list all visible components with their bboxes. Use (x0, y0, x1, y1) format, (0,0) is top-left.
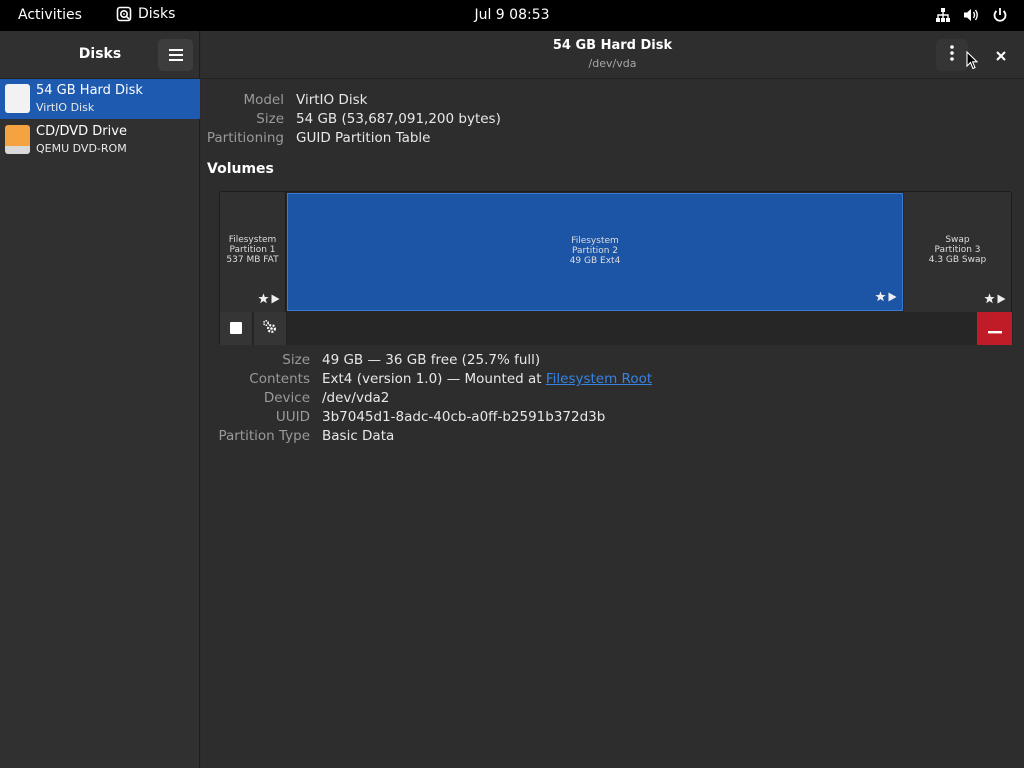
network-wired-icon (935, 7, 951, 23)
main-panel: 54 GB Hard Disk /dev/vda Model VirtIO Di… (201, 31, 1024, 768)
size-label: Size (256, 111, 284, 127)
power-icon (992, 7, 1008, 23)
contents-label: Contents (249, 371, 310, 387)
star-icon (875, 287, 886, 306)
top-bar: Activities Disks Jul 9 08:53 (0, 0, 1024, 31)
gears-icon (262, 319, 278, 339)
mouse-pointer-icon (966, 50, 979, 74)
header-bar: 54 GB Hard Disk /dev/vda (201, 31, 1024, 79)
close-button[interactable] (987, 39, 1015, 71)
partition-3-block[interactable]: Swap Partition 3 4.3 GB Swap (904, 192, 1011, 312)
close-icon (996, 46, 1006, 65)
partitioning-value: GUID Partition Table (296, 130, 431, 146)
hamburger-icon (168, 46, 183, 65)
partition-2-block[interactable]: Filesystem Partition 2 49 GB Ext4 (287, 193, 903, 311)
main-menu-button[interactable] (158, 39, 193, 71)
sidebar-item-optical-drive[interactable]: CD/DVD Drive QEMU DVD-ROM (0, 120, 200, 160)
partition-label: Filesystem Partition 1 537 MB FAT (226, 235, 279, 265)
app-menu-button[interactable]: Disks (116, 6, 175, 22)
model-label: Model (243, 92, 284, 108)
device-label: Device (263, 390, 310, 406)
disk-model: VirtIO Disk (36, 101, 95, 114)
partition-1-block[interactable]: Filesystem Partition 1 537 MB FAT (220, 192, 286, 312)
volume-map: Filesystem Partition 1 537 MB FAT Filesy… (219, 191, 1013, 345)
volume-options-button[interactable] (254, 312, 287, 345)
volume-toolbar (220, 312, 1013, 345)
app-name: Disks (138, 6, 176, 22)
optical-drive-icon (5, 125, 30, 154)
star-icon (258, 289, 269, 308)
disk-name: CD/DVD Drive (36, 124, 127, 139)
disk-model: QEMU DVD-ROM (36, 142, 127, 155)
delete-partition-button[interactable] (977, 312, 1012, 345)
disk-name: 54 GB Hard Disk (36, 83, 143, 98)
disks-app-icon (116, 6, 132, 22)
partition-flags (258, 289, 280, 308)
model-value: VirtIO Disk (296, 92, 368, 108)
stop-icon (230, 319, 242, 338)
activities-button[interactable]: Activities (18, 7, 82, 23)
partition-flags (984, 289, 1006, 308)
uuid-value: 3b7045d1-8adc-40cb-a0ff-b2591b372d3b (322, 409, 606, 425)
kebab-menu-icon (950, 45, 954, 65)
system-status-menu[interactable] (935, 7, 1008, 23)
partition-label: Filesystem Partition 2 49 GB Ext4 (569, 236, 621, 266)
sidebar-item-hard-disk[interactable]: 54 GB Hard Disk VirtIO Disk (0, 79, 200, 119)
filesystem-root-link[interactable]: Filesystem Root (546, 371, 652, 387)
hard-disk-icon (5, 84, 30, 113)
volume-icon (963, 7, 980, 23)
size-label: Size (282, 352, 310, 368)
sidebar-header: Disks (0, 31, 199, 79)
partitioning-label: Partitioning (206, 130, 284, 146)
size-value: 49 GB — 36 GB free (25.7% full) (322, 352, 541, 368)
disk-device-path: /dev/vda (588, 57, 637, 70)
drive-menu-button[interactable] (936, 39, 968, 71)
play-icon (271, 289, 280, 308)
partition-type-label: Partition Type (218, 428, 310, 444)
sidebar: Disks 54 GB Hard Disk VirtIO Disk CD/DVD… (0, 31, 200, 768)
play-icon (888, 287, 897, 306)
disk-title: 54 GB Hard Disk (552, 38, 673, 53)
size-value: 54 GB (53,687,091,200 bytes) (296, 111, 501, 127)
partition-label: Swap Partition 3 4.3 GB Swap (928, 235, 987, 265)
partition-type-value: Basic Data (322, 428, 395, 444)
clock-button[interactable]: Jul 9 08:53 (474, 7, 549, 23)
uuid-label: UUID (275, 409, 310, 425)
play-icon (997, 289, 1006, 308)
star-icon (984, 289, 995, 308)
volumes-heading: Volumes (207, 161, 274, 177)
device-value: /dev/vda2 (322, 390, 390, 406)
minus-icon (987, 319, 1002, 338)
contents-value: Ext4 (version 1.0) — Mounted at Filesyst… (322, 371, 653, 387)
unmount-button[interactable] (220, 312, 253, 345)
partition-flags (875, 287, 897, 306)
